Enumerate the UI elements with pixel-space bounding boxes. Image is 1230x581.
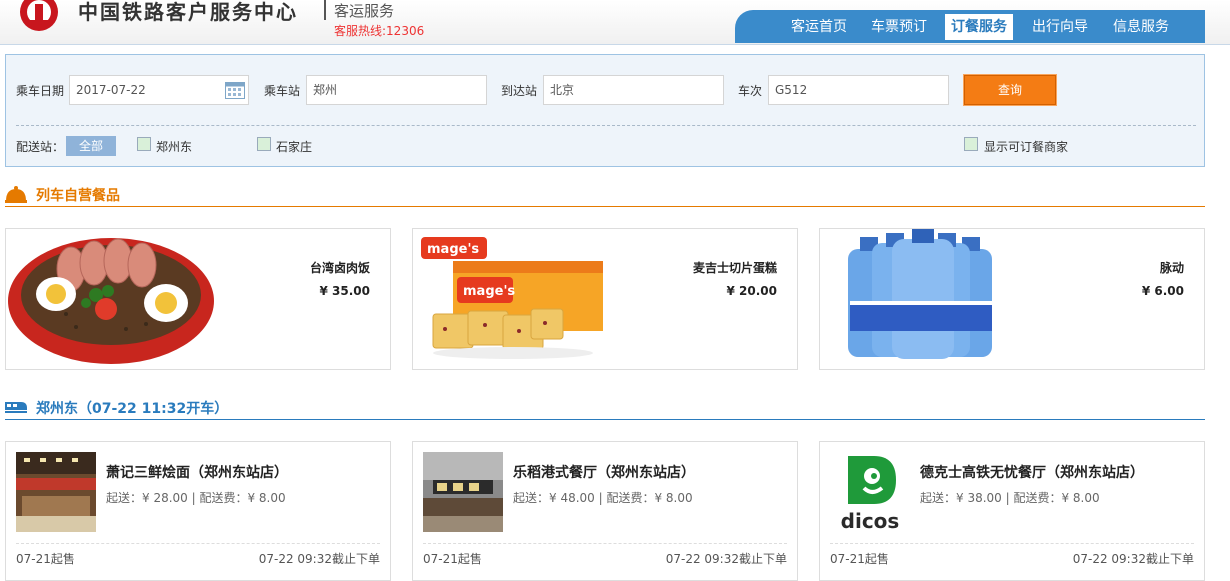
product-price: ¥ 20.00 (726, 284, 777, 298)
to-station-input[interactable]: 北京 (543, 75, 724, 105)
order-cutoff: 07-22 09:32截止下单 (258, 552, 380, 566)
order-cutoff: 07-22 09:32截止下单 (1072, 552, 1194, 566)
nav-travel-guide[interactable]: 出行向导 (1026, 14, 1094, 40)
date-value: 2017-07-22 (76, 83, 146, 97)
product-name: 麦吉士切片蛋糕 (692, 261, 777, 275)
from-label: 乘车站 (264, 84, 301, 98)
cake-brand-label: mage's (427, 242, 479, 257)
railway-logo-icon[interactable] (15, 0, 63, 34)
search-panel: 乘车日期 2017-07-22 乘车站 郑州 到达站 北京 车次 G512 查询… (5, 54, 1205, 167)
card-divider (16, 543, 380, 544)
dicos-logo-icon: dicos (830, 452, 910, 532)
date-input[interactable]: 2017-07-22 (69, 75, 249, 105)
restaurant-name: 乐稻港式餐厅（郑州东站店） (513, 465, 695, 481)
section-station-title: 郑州东（07-22 11:32开车） (36, 401, 229, 417)
restaurant-photo (16, 452, 96, 532)
from-station-input[interactable]: 郑州 (306, 75, 487, 105)
brand-title: 中国铁路客户服务中心 (78, 0, 298, 24)
show-merchants-checkbox[interactable] (964, 137, 978, 151)
sale-start: 07-21起售 (830, 552, 889, 566)
station-checkbox-zhengzhoudong[interactable] (137, 137, 151, 151)
search-divider (16, 125, 1196, 126)
section-self-title: 列车自营餐品 (36, 188, 120, 204)
sliced-cake-image: mage's mage's (421, 237, 603, 359)
station-label-zhengzhoudong: 郑州东 (156, 140, 193, 154)
section-self-meals: 列车自营餐品 (5, 183, 1205, 207)
station-label-shijiazhuang: 石家庄 (276, 140, 313, 154)
sale-start: 07-21起售 (423, 552, 482, 566)
nav-home[interactable]: 客运首页 (785, 14, 853, 40)
station-checkbox-shijiazhuang[interactable] (257, 137, 271, 151)
brand-subtitle: 客运服务 (334, 2, 395, 20)
dicos-logo-text: dicos (841, 509, 900, 532)
nav-info[interactable]: 信息服务 (1107, 14, 1175, 40)
section-station-rule (5, 419, 1205, 420)
date-label: 乘车日期 (16, 84, 65, 98)
hotline-text: 客服热线:12306 (334, 24, 425, 38)
product-name: 脉动 (1159, 261, 1184, 275)
product-card[interactable]: 脉动 ¥ 6.00 (819, 228, 1205, 370)
restaurant-photo (423, 452, 503, 532)
main-nav: 客运首页 车票预订 订餐服务 出行向导 信息服务 (735, 10, 1205, 43)
restaurant-card[interactable]: 乐稻港式餐厅（郑州东站店） 起送：¥ 48.00 | 配送费：¥ 8.00 07… (412, 441, 798, 581)
product-price: ¥ 6.00 (1141, 284, 1184, 298)
card-divider (830, 543, 1194, 544)
restaurant-name: 萧记三鲜烩面（郑州东站店） (106, 465, 288, 481)
show-merchants-label: 显示可订餐商家 (984, 140, 1069, 154)
train-number-input[interactable]: G512 (768, 75, 949, 105)
train-icon (5, 402, 27, 413)
brand-divider (324, 0, 326, 20)
product-price: ¥ 35.00 (319, 284, 370, 298)
product-card[interactable]: 台湾卤肉饭 ¥ 35.00 (5, 228, 391, 370)
filter-all-button[interactable]: 全部 (66, 136, 116, 156)
header-divider (0, 44, 1230, 45)
sports-drink-bottles-image (848, 229, 992, 359)
nav-ticket[interactable]: 车票预订 (865, 14, 933, 40)
train-label: 车次 (738, 84, 763, 98)
section-station: 郑州东（07-22 11:32开车） (5, 396, 1205, 420)
product-name: 台湾卤肉饭 (309, 261, 370, 275)
card-divider (423, 543, 787, 544)
order-cutoff: 07-22 09:32截止下单 (665, 552, 787, 566)
query-button[interactable]: 查询 (963, 74, 1057, 106)
nav-meal-order[interactable]: 订餐服务 (945, 14, 1013, 40)
sale-start: 07-21起售 (16, 552, 75, 566)
to-label: 到达站 (501, 84, 538, 98)
restaurant-card[interactable]: dicos 德克士高铁无忧餐厅（郑州东站店） 起送：¥ 38.00 | 配送费：… (819, 441, 1205, 581)
restaurant-fee-info: 起送：¥ 28.00 | 配送费：¥ 8.00 (106, 491, 286, 505)
restaurant-name: 德克士高铁无忧餐厅（郑州东站店） (920, 465, 1144, 481)
station-filter-label: 配送站： (16, 140, 65, 154)
braised-pork-rice-image (8, 238, 214, 364)
restaurant-fee-info: 起送：¥ 38.00 | 配送费：¥ 8.00 (920, 491, 1100, 505)
restaurant-fee-info: 起送：¥ 48.00 | 配送费：¥ 8.00 (513, 491, 693, 505)
food-cloche-icon (5, 186, 27, 203)
site-header: 中国铁路客户服务中心 客运服务 客服热线:12306 客运首页 车票预订 订餐服… (0, 0, 1230, 44)
section-self-rule (5, 206, 1205, 207)
calendar-icon[interactable] (225, 80, 245, 99)
product-card[interactable]: mage's mage's 麦吉士切片蛋糕 ¥ 20.00 (412, 228, 798, 370)
restaurant-card[interactable]: 萧记三鲜烩面（郑州东站店） 起送：¥ 28.00 | 配送费：¥ 8.00 07… (5, 441, 391, 581)
cake-box-brand-label: mage's (463, 284, 515, 299)
